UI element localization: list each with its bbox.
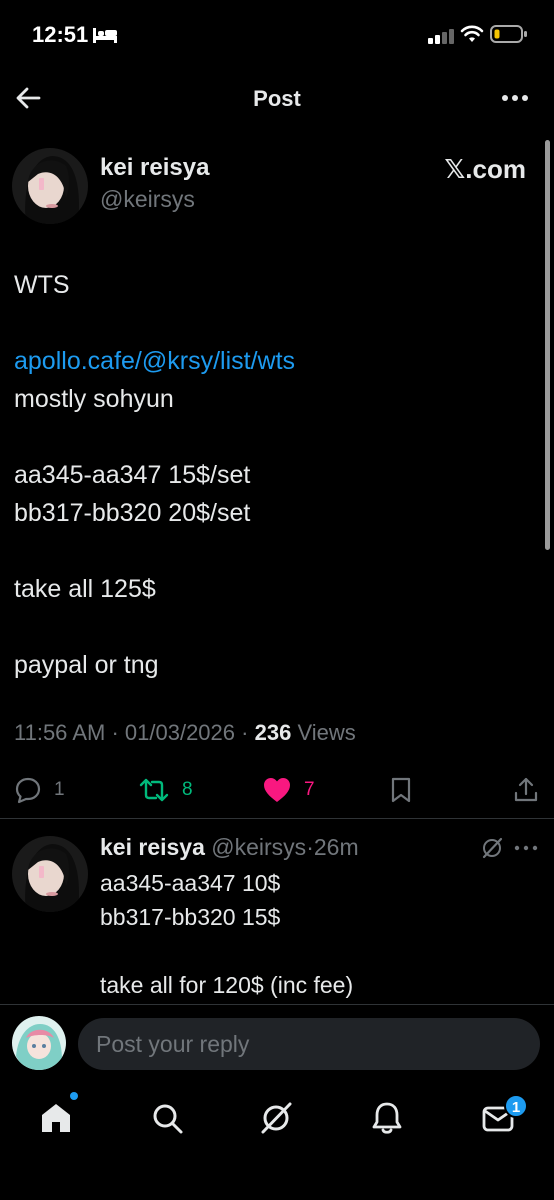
reply-input[interactable] <box>78 1018 540 1070</box>
reply-author-handle[interactable]: @keirsys <box>211 834 306 860</box>
repost-button[interactable]: 8 <box>138 772 193 808</box>
post-line <box>14 532 534 570</box>
source-label: 𝕏.com <box>444 154 526 184</box>
bookmark-button[interactable] <box>388 772 414 808</box>
author-name[interactable]: kei reisya <box>100 154 209 182</box>
post-actions: 1 8 7 <box>0 772 554 808</box>
post-time[interactable]: 11:56 AM <box>14 720 105 745</box>
heart-icon <box>264 778 290 802</box>
like-count: 7 <box>304 779 315 800</box>
wifi-icon <box>460 25 484 42</box>
post-date[interactable]: 01/03/2026 <box>125 720 235 745</box>
post-line <box>14 304 534 342</box>
separator-dot: · <box>111 720 125 745</box>
home-unread-dot <box>70 1092 78 1100</box>
separator-dot: · <box>306 834 314 860</box>
reply-age: 26m <box>313 834 359 860</box>
post-line <box>14 608 534 646</box>
divider <box>0 818 554 819</box>
page-title: Post <box>253 86 301 111</box>
post-line <box>14 418 534 456</box>
bookmark-icon <box>391 777 411 803</box>
repost-icon <box>139 778 169 802</box>
cellular-signal-icon <box>428 29 454 44</box>
reply-line: bb317-bb320 15$ <box>100 904 281 930</box>
like-button[interactable]: 7 <box>262 772 315 808</box>
my-avatar[interactable] <box>12 1016 66 1070</box>
sleep-focus-icon <box>93 28 117 43</box>
reply-line: take all for 120$ (inc fee) <box>100 972 354 998</box>
reply-line <box>100 934 353 968</box>
post-link[interactable]: apollo.cafe/@krsy/list/wts <box>14 342 534 380</box>
divider <box>0 1004 554 1005</box>
share-button[interactable] <box>512 772 540 808</box>
reply-text: aa345-aa347 10$ bb317-bb320 15$ take all… <box>100 866 353 1002</box>
share-icon <box>514 777 538 802</box>
status-time: 12:51 <box>32 22 89 47</box>
post-text: WTS apollo.cafe/@krsy/list/wts mostly so… <box>14 266 534 684</box>
views-count[interactable]: 236 <box>255 720 292 745</box>
post-metadata: 11:56 AM · 01/03/2026 · 236 Views <box>14 720 356 746</box>
reply-button[interactable]: 1 <box>14 772 65 808</box>
repost-count: 8 <box>182 779 193 800</box>
reply-author-name[interactable]: kei reisya <box>100 834 205 860</box>
reply-more-icon[interactable] <box>514 844 538 852</box>
battery-icon <box>490 25 527 43</box>
post-line: paypal or tng <box>14 651 159 679</box>
reply-line: aa345-aa347 10$ <box>100 870 281 896</box>
grok-icon[interactable] <box>480 836 504 860</box>
post-line: take all 125$ <box>14 575 156 603</box>
separator-dot: · <box>241 720 255 745</box>
scrollbar[interactable] <box>545 140 550 550</box>
reply-header: kei reisya @keirsys·26m <box>100 834 359 861</box>
messages-badge: 1 <box>504 1094 528 1118</box>
bottom-nav <box>0 1086 554 1200</box>
notifications-icon[interactable] <box>369 1100 405 1136</box>
post-line: mostly sohyun <box>14 385 174 413</box>
views-label: Views <box>297 720 356 745</box>
author-avatar[interactable] <box>12 148 88 224</box>
reply-author-avatar[interactable] <box>12 836 88 912</box>
more-options-icon[interactable] <box>500 86 530 110</box>
reply-count: 1 <box>54 779 65 800</box>
author-handle[interactable]: @keirsys <box>100 186 195 213</box>
status-bar: 12:51 <box>0 0 554 70</box>
search-icon[interactable] <box>149 1100 185 1136</box>
post-header: Post <box>0 70 554 126</box>
home-icon[interactable] <box>38 1100 74 1136</box>
grok-icon[interactable] <box>258 1100 294 1136</box>
post-line: aa345-aa347 15$/set <box>14 461 251 489</box>
post-line: bb317-bb320 20$/set <box>14 499 251 527</box>
reply-icon <box>15 777 41 804</box>
post-line: WTS <box>14 271 70 299</box>
